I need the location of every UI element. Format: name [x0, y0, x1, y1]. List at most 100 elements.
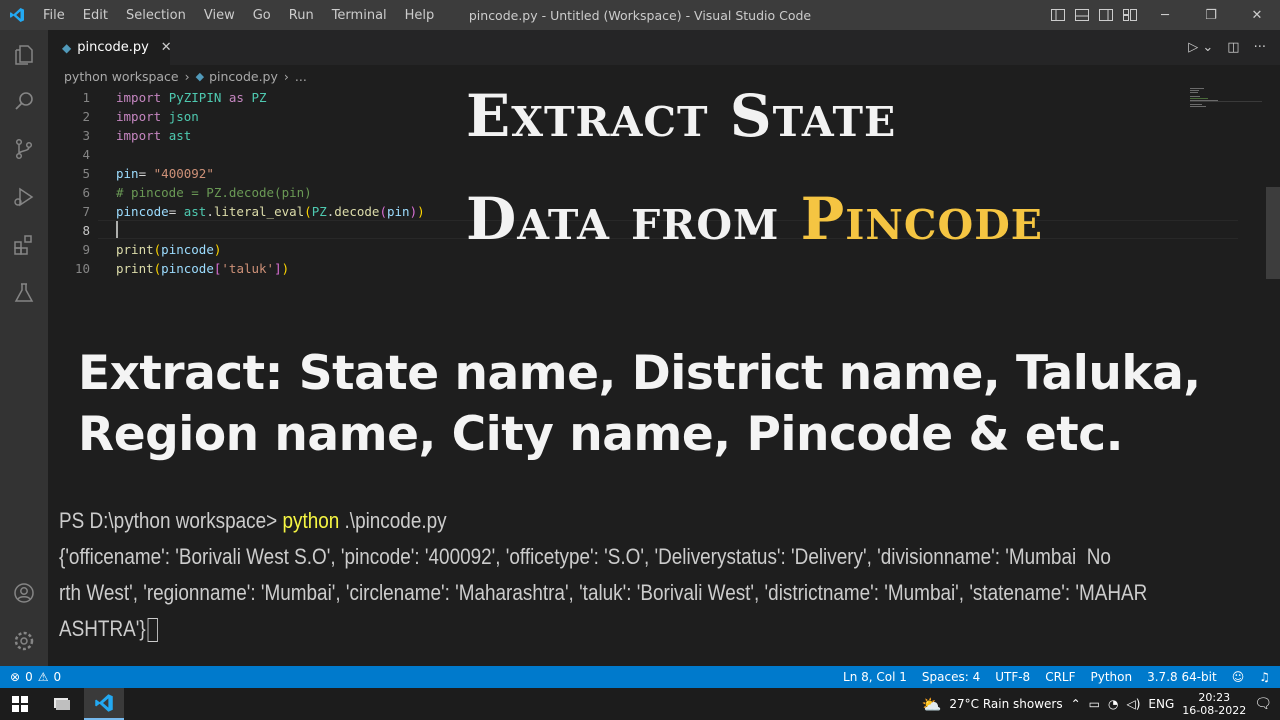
customize-layout-icon[interactable] [1118, 9, 1142, 21]
layout-sidebar-right-icon[interactable] [1094, 9, 1118, 21]
line-number: 1 [82, 90, 90, 105]
tray-overflow-icon[interactable]: ⌃ [1071, 697, 1081, 711]
line-number: 10 [74, 261, 90, 276]
line-number: 9 [82, 242, 90, 257]
breadcrumb-folder[interactable]: python workspace [64, 69, 179, 84]
restore-icon[interactable]: ❐ [1188, 8, 1234, 23]
clock[interactable]: 20:23 16-08-2022 [1182, 691, 1246, 717]
close-icon[interactable]: ✕ [1234, 8, 1280, 23]
explorer-icon[interactable] [0, 32, 48, 78]
terminal-prompt-line: PS D:\python workspace> python .\pincode… [59, 508, 447, 533]
line-number: 3 [82, 128, 90, 143]
overlay-subtitle-line2: Region name, City name, Pincode & etc. [78, 407, 1123, 462]
line-number: 5 [82, 166, 90, 181]
terminal-output-line: ASHTRA'} [59, 616, 158, 643]
code-line: 7 pincode= ast.literal_eval(PZ.decode(pi… [48, 202, 424, 221]
minimap[interactable] [1190, 87, 1262, 117]
task-view-icon[interactable] [42, 688, 82, 720]
language-mode[interactable]: Python [1091, 670, 1133, 684]
menu-edit[interactable]: Edit [74, 8, 117, 23]
menu-bar: File Edit Selection View Go Run Terminal… [34, 8, 443, 23]
tab-pincode[interactable]: ◆ pincode.py ✕ [48, 30, 172, 65]
volume-icon[interactable]: ◁) [1127, 697, 1141, 711]
overlay-title-highlight: Pincode [800, 185, 1044, 253]
overlay-title-line2: Data from Pincode [466, 185, 1043, 253]
weather-text[interactable]: 27°C Rain showers [949, 697, 1062, 711]
search-icon[interactable] [0, 78, 48, 124]
manage-gear-icon[interactable] [0, 618, 48, 664]
network-icon[interactable]: ◔ [1108, 697, 1118, 711]
editor-actions: ▷ ⌄ ◫ ··· [1188, 30, 1266, 65]
terminal-panel[interactable]: PS D:\python workspace> python .\pincode… [48, 500, 1280, 666]
battery-icon[interactable]: ▭ [1089, 697, 1100, 711]
code-line: 6 # pincode = PZ.decode(pin) [48, 183, 311, 202]
line-number: 6 [82, 185, 90, 200]
encoding[interactable]: UTF-8 [995, 670, 1030, 684]
overlay-title-line1: Extract State [466, 82, 897, 150]
code-line: 9 print(pincode) [48, 240, 221, 259]
source-control-icon[interactable] [0, 126, 48, 172]
notifications-bell-icon[interactable]: ♫ [1259, 670, 1270, 684]
layout-sidebar-icon[interactable] [1046, 9, 1070, 21]
terminal-output-line: {'officename': 'Borivali West S.O', 'pin… [59, 544, 1111, 569]
python-interpreter[interactable]: 3.7.8 64-bit [1147, 670, 1217, 684]
menu-go[interactable]: Go [244, 8, 280, 23]
vscode-taskbar-icon[interactable] [84, 688, 124, 720]
windows-taskbar: ⛅ 27°C Rain showers ⌃ ▭ ◔ ◁) ENG 20:23 1… [0, 688, 1280, 720]
run-debug-icon[interactable] [0, 174, 48, 220]
tab-bar: ◆ pincode.py ✕ ▷ ⌄ ◫ ··· [48, 30, 1280, 65]
code-line: 8 [48, 221, 90, 240]
more-actions-icon[interactable]: ··· [1254, 40, 1266, 55]
python-file-icon: ◆ [62, 40, 72, 55]
input-language[interactable]: ENG [1148, 697, 1174, 711]
terminal-output-line: rth West', 'regionname': 'Mumbai', 'circ… [59, 580, 1148, 605]
layout-panel-icon[interactable] [1070, 9, 1094, 21]
run-python-file-icon[interactable]: ▷ ⌄ [1188, 40, 1213, 55]
vertical-scrollbar[interactable] [1266, 187, 1280, 279]
end-of-line[interactable]: CRLF [1045, 670, 1075, 684]
error-icon: ⊗ [10, 670, 21, 684]
python-file-icon: ◆ [195, 69, 205, 83]
indentation[interactable]: Spaces: 4 [922, 670, 980, 684]
line-number: 4 [82, 147, 90, 162]
tab-label: pincode.py [77, 40, 149, 55]
menu-file[interactable]: File [34, 8, 74, 23]
line-number: 2 [82, 109, 90, 124]
vscode-logo-icon [0, 0, 34, 30]
minimize-icon[interactable]: ─ [1142, 8, 1188, 23]
extensions-icon[interactable] [0, 222, 48, 268]
window-controls: ─ ❐ ✕ [1046, 0, 1280, 30]
code-line: 5 pin= "400092" [48, 164, 213, 183]
activity-bar [0, 30, 48, 666]
warning-icon: ⚠ [37, 670, 49, 684]
status-bar: ⊗ 0 ⚠ 0 Ln 8, Col 1 Spaces: 4 UTF-8 CRLF P… [0, 666, 1280, 688]
code-line: 3 import ast [48, 126, 191, 145]
overlay-subtitle-line1: Extract: State name, District name, Talu… [78, 346, 1201, 401]
notification-center-icon[interactable]: 🗨 [1254, 696, 1272, 712]
problems-indicator[interactable]: ⊗ 0 ⚠ 0 [10, 666, 61, 688]
testing-icon[interactable] [0, 270, 48, 316]
feedback-icon[interactable]: ☺ [1232, 670, 1245, 684]
breadcrumb-more[interactable]: ... [295, 69, 307, 84]
split-editor-icon[interactable]: ◫ [1227, 40, 1239, 55]
menu-run[interactable]: Run [280, 8, 323, 23]
windows-start-icon[interactable] [0, 688, 40, 720]
code-line: 10 print(pincode['taluk']) [48, 259, 289, 278]
overlay-title-part: Data from [466, 185, 801, 253]
cursor-position[interactable]: Ln 8, Col 1 [843, 670, 907, 684]
menu-terminal[interactable]: Terminal [323, 8, 396, 23]
terminal-cursor [147, 618, 158, 643]
overlay-subtitle: Extract: State name, District name, Talu… [78, 343, 1201, 465]
code-line: 2 import json [48, 107, 198, 126]
breadcrumb-file[interactable]: pincode.py [209, 69, 278, 84]
code-line: 4 [48, 145, 90, 164]
menu-view[interactable]: View [195, 8, 244, 23]
tab-close-icon[interactable]: ✕ [161, 40, 172, 55]
weather-icon[interactable]: ⛅ [921, 695, 941, 714]
menu-selection[interactable]: Selection [117, 8, 195, 23]
line-number: 8 [82, 223, 90, 238]
code-line: 1 import PyZIPIN as PZ [48, 88, 266, 107]
chevron-right-icon: › [283, 68, 289, 84]
menu-help[interactable]: Help [396, 8, 444, 23]
accounts-icon[interactable] [0, 570, 48, 616]
